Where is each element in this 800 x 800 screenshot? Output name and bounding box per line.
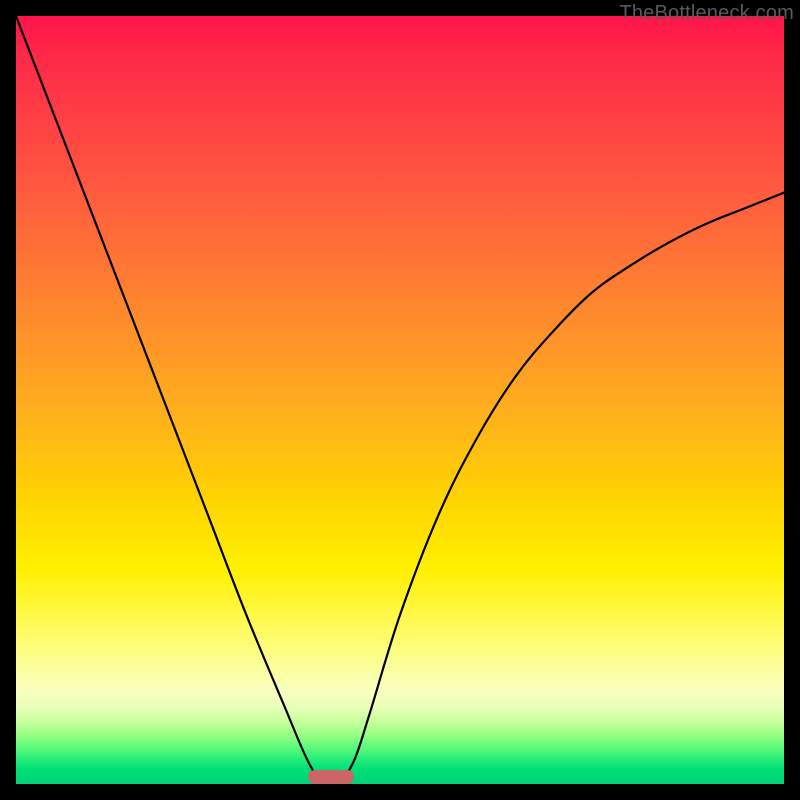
chart-frame bbox=[16, 16, 784, 784]
optimal-marker bbox=[308, 770, 354, 784]
plot-area bbox=[16, 16, 784, 784]
watermark-text: TheBottleneck.com bbox=[619, 2, 794, 25]
bottleneck-curve-svg bbox=[16, 16, 784, 784]
bottleneck-curve bbox=[16, 16, 784, 784]
